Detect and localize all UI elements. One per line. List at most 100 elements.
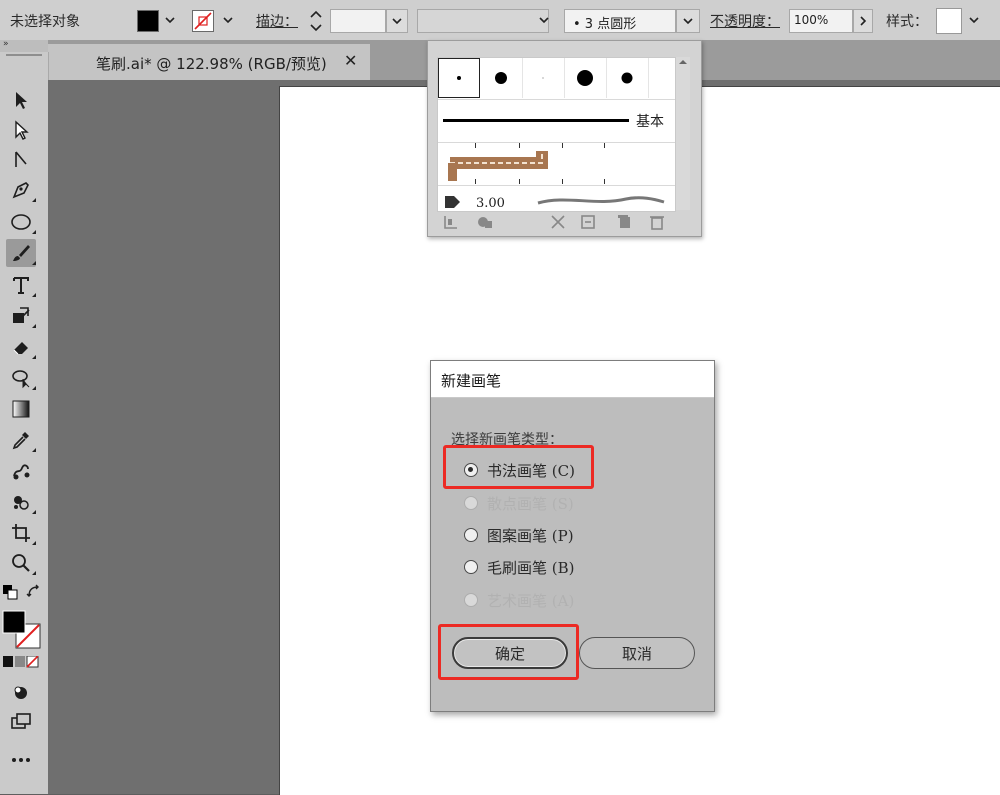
panel-collapse-toggle[interactable]: » bbox=[0, 39, 48, 52]
radio-calligraphic-brush[interactable]: 书法画笔 (C) bbox=[464, 459, 575, 481]
crop-icon bbox=[12, 524, 30, 542]
radio-label: 书法画笔 (C) bbox=[487, 461, 575, 480]
document-tab[interactable]: 笔刷.ai* @ 122.98% (RGB/预览) ✕ bbox=[48, 44, 370, 80]
pattern-brush-preview bbox=[448, 151, 548, 181]
art-brush-preview bbox=[537, 196, 665, 205]
variable-width-profile[interactable] bbox=[417, 9, 549, 33]
selection-icon bbox=[16, 92, 27, 109]
radio-label: 艺术画笔 (A) bbox=[487, 591, 575, 610]
style-label: 样式： bbox=[886, 14, 928, 30]
dialog-titlebar[interactable]: 新建画笔 bbox=[431, 361, 714, 398]
chevron-down-icon[interactable] bbox=[966, 10, 982, 30]
brush-swatch-round-large[interactable] bbox=[564, 58, 607, 98]
blend-icon bbox=[13, 464, 30, 480]
fill-swatch[interactable] bbox=[137, 10, 159, 32]
direct-selection-tool[interactable] bbox=[6, 116, 36, 144]
ok-button[interactable]: 确定 bbox=[452, 637, 568, 669]
brush-swatch-round-tiny[interactable] bbox=[522, 58, 565, 98]
fill-stroke-icon[interactable] bbox=[2, 610, 42, 650]
opacity-label[interactable]: 不透明度： bbox=[710, 11, 780, 31]
panel-footer-toolbar bbox=[437, 211, 674, 233]
brush-row-basic[interactable]: 基本 bbox=[438, 99, 675, 142]
stroke-weight-field[interactable] bbox=[330, 9, 386, 33]
radio-button[interactable] bbox=[464, 528, 478, 542]
crop-tool[interactable] bbox=[6, 519, 36, 547]
close-icon[interactable]: ✕ bbox=[344, 51, 357, 70]
brush-libraries-icon bbox=[444, 216, 457, 229]
radio-label: 毛刷画笔 (B) bbox=[487, 558, 575, 577]
pen-tool[interactable] bbox=[6, 176, 36, 204]
delete-brush-icon bbox=[650, 216, 664, 230]
brush-definition-field[interactable]: • 3 点圆形 bbox=[564, 9, 676, 33]
stroke-weight-stepper[interactable] bbox=[306, 8, 326, 34]
opacity-dropdown[interactable] bbox=[853, 9, 873, 33]
brush-definition-panel: 基本 3.00 bbox=[427, 40, 702, 237]
chevron-down-icon[interactable] bbox=[536, 10, 552, 30]
libraries-icon bbox=[478, 217, 492, 228]
stroke-weight-dropdown[interactable] bbox=[386, 9, 408, 33]
stroke-swatch[interactable] bbox=[192, 10, 214, 32]
new-brush-dialog: 新建画笔 选择新画笔类型： 书法画笔 (C) 散点画笔 (S) 图案画笔 (P)… bbox=[430, 360, 715, 712]
eraser-tool[interactable] bbox=[6, 333, 36, 361]
brush-row-bristle[interactable]: 3.00 bbox=[438, 185, 675, 211]
chevron-down-icon[interactable] bbox=[220, 10, 236, 30]
radio-bristle-brush[interactable]: 毛刷画笔 (B) bbox=[464, 556, 575, 578]
radio-button[interactable] bbox=[464, 560, 478, 574]
gradient-tool[interactable] bbox=[6, 395, 36, 423]
lasso-tool[interactable] bbox=[6, 364, 36, 392]
eyedropper-icon bbox=[12, 432, 29, 450]
zoom-tool[interactable] bbox=[6, 549, 36, 577]
zoom-icon bbox=[12, 554, 30, 572]
paintbrush-icon bbox=[13, 245, 30, 261]
gradient-icon bbox=[12, 400, 30, 418]
eyedropper-tool[interactable] bbox=[6, 426, 36, 454]
draw-mode-icon bbox=[14, 686, 27, 699]
group-selection-tool[interactable] bbox=[6, 146, 36, 174]
radio-button bbox=[464, 593, 478, 607]
type-icon bbox=[13, 277, 29, 294]
radio-pattern-brush[interactable]: 图案画笔 (P) bbox=[464, 524, 574, 546]
blend-tool[interactable] bbox=[6, 457, 36, 485]
basic-brush-label: 基本 bbox=[636, 114, 664, 130]
selection-tool[interactable] bbox=[6, 86, 36, 114]
brush-swatch-round-medium[interactable] bbox=[480, 58, 523, 98]
graphic-style-swatch[interactable] bbox=[936, 8, 962, 34]
draw-mode-tool[interactable] bbox=[6, 678, 36, 706]
symbol-sprayer-tool[interactable] bbox=[6, 488, 36, 516]
remove-stroke-icon bbox=[551, 215, 565, 229]
direct-selection-icon bbox=[15, 120, 29, 140]
default-colors-icon[interactable] bbox=[2, 584, 18, 600]
more-tools-button[interactable] bbox=[6, 746, 36, 774]
toolbar-grip[interactable] bbox=[6, 54, 42, 56]
stroke-label[interactable]: 描边： bbox=[256, 11, 298, 31]
screen-mode-tool[interactable] bbox=[6, 708, 36, 736]
shape-builder-icon bbox=[13, 307, 30, 323]
panel-scrollbar[interactable] bbox=[676, 57, 690, 210]
basic-brush-stroke bbox=[443, 119, 629, 122]
brush-list: 基本 3.00 bbox=[437, 57, 676, 212]
brush-swatch-round-small[interactable] bbox=[606, 58, 649, 98]
swap-colors-icon[interactable] bbox=[26, 584, 42, 600]
opacity-field[interactable]: 100% bbox=[789, 9, 853, 33]
type-tool[interactable] bbox=[6, 271, 36, 299]
radio-button bbox=[464, 496, 478, 510]
pen-icon bbox=[12, 182, 29, 199]
lasso-icon bbox=[12, 370, 30, 389]
new-brush-icon bbox=[618, 215, 630, 228]
brush-definition-dropdown[interactable] bbox=[676, 9, 700, 33]
eraser-icon bbox=[13, 342, 28, 355]
brush-swatch-3pt-round[interactable] bbox=[438, 58, 480, 98]
more-tools-icon bbox=[12, 758, 30, 762]
brush-row-pattern[interactable] bbox=[438, 142, 675, 185]
cancel-button[interactable]: 取消 bbox=[579, 637, 695, 669]
bristle-brush-icon bbox=[445, 196, 460, 208]
chevron-down-icon[interactable] bbox=[162, 10, 178, 30]
control-bar: 未选择对象 描边： • 3 点圆形 不透明度： 100% 样式： bbox=[0, 0, 1000, 41]
radio-button[interactable] bbox=[464, 463, 478, 477]
shape-builder-tool[interactable] bbox=[6, 302, 36, 330]
brush-options-icon bbox=[581, 215, 595, 229]
color-mode-icon[interactable] bbox=[3, 655, 39, 668]
ellipse-tool[interactable] bbox=[6, 208, 36, 236]
paintbrush-tool[interactable] bbox=[6, 239, 36, 267]
dialog-title: 新建画笔 bbox=[441, 372, 502, 390]
